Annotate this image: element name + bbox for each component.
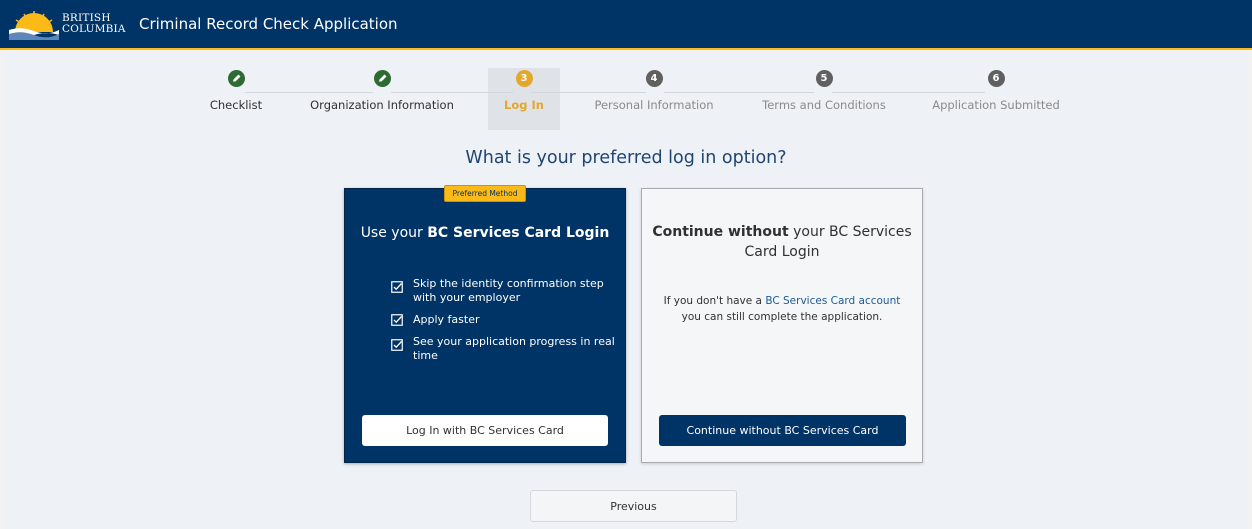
benefit-text: Skip the identity confirmation step with…: [413, 277, 604, 304]
logo-text-line2: COLUMBIA: [62, 23, 126, 35]
step-label: Terms and Conditions: [762, 98, 886, 112]
alt-card-description: If you don't have a BC Services Card acc…: [652, 293, 912, 325]
preferred-login-card: Use your BC Services Card Login Skip the…: [344, 188, 626, 463]
preferred-title-bold: BC Services Card Login: [427, 225, 610, 241]
bc-services-card-account-link[interactable]: BC Services Card account: [765, 295, 900, 307]
step-number: 3: [515, 70, 533, 87]
page-question: What is your preferred log in option?: [465, 148, 787, 168]
header-bar: BRITISH COLUMBIA Criminal Record Check A…: [0, 0, 1252, 50]
step-log-in[interactable]: 3 Log In: [488, 70, 560, 112]
benefit-text: See your application progress in real ti…: [413, 335, 615, 362]
checkbox-check-icon: [391, 314, 403, 326]
step-number: 6: [987, 70, 1005, 87]
step-label: Personal Information: [594, 98, 714, 112]
step-organization-information[interactable]: Organization Information: [304, 70, 460, 112]
alt-title-bold: Continue without: [652, 224, 789, 240]
continue-without-card: Continue without your BC Services Card L…: [641, 188, 923, 463]
login-bc-services-card-button[interactable]: Log In with BC Services Card: [362, 415, 608, 446]
step-label: Organization Information: [310, 98, 454, 112]
logo-text: BRITISH COLUMBIA: [62, 13, 126, 35]
step-number: 5: [815, 70, 833, 87]
benefit-item: Skip the identity confirmation step with…: [391, 277, 621, 305]
continue-without-bc-services-card-button[interactable]: Continue without BC Services Card: [659, 415, 906, 446]
benefit-text: Apply faster: [413, 313, 480, 326]
step-terms-and-conditions[interactable]: 5 Terms and Conditions: [756, 70, 892, 112]
checkbox-check-icon: [391, 281, 403, 293]
bc-gov-logo[interactable]: BRITISH COLUMBIA: [9, 10, 125, 40]
step-label: Application Submitted: [932, 98, 1060, 112]
step-personal-information[interactable]: 4 Personal Information: [590, 70, 718, 112]
pencil-check-icon: [227, 70, 245, 87]
alt-card-title: Continue without your BC Services Card L…: [642, 222, 922, 262]
step-label: Log In: [504, 98, 544, 112]
preferred-method-badge: Preferred Method: [444, 185, 526, 202]
preferred-title-prefix: Use your: [360, 225, 428, 241]
benefit-item: See your application progress in real ti…: [391, 335, 621, 363]
app-title: Criminal Record Check Application: [139, 15, 398, 33]
step-application-submitted[interactable]: 6 Application Submitted: [926, 70, 1066, 112]
bc-sun-logo-icon: [9, 11, 59, 40]
content-area: [5, 52, 1247, 529]
previous-button[interactable]: Previous: [530, 490, 737, 522]
benefits-list: Skip the identity confirmation step with…: [391, 277, 621, 371]
preferred-card-title: Use your BC Services Card Login: [345, 225, 625, 241]
alt-desc-prefix: If you don't have a: [663, 295, 766, 307]
pencil-check-icon: [373, 70, 391, 87]
alt-desc-suffix: you can still complete the application.: [681, 311, 883, 323]
step-label: Checklist: [209, 98, 263, 112]
step-checklist[interactable]: Checklist: [196, 70, 276, 112]
step-number: 4: [645, 70, 663, 87]
checkbox-check-icon: [391, 339, 403, 351]
benefit-item: Apply faster: [391, 313, 621, 327]
